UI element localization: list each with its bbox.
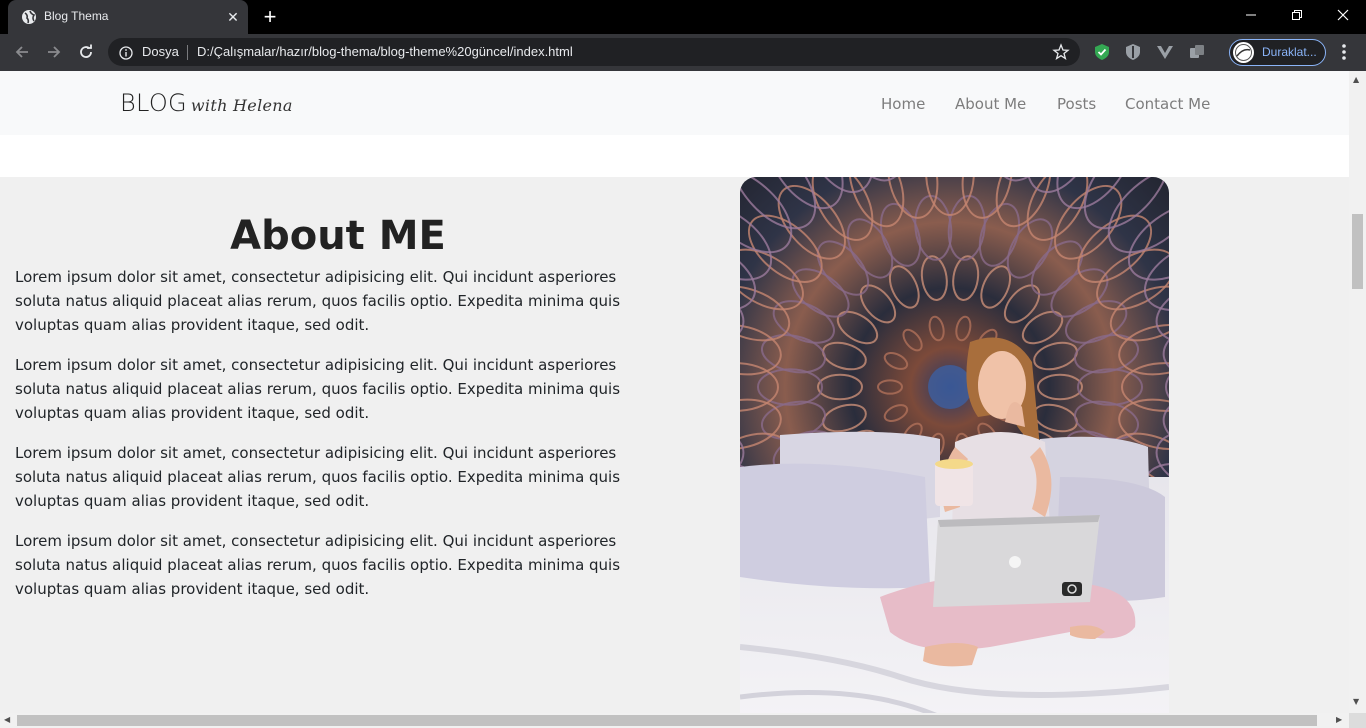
tab-close-icon[interactable]: ✕	[225, 9, 241, 25]
vertical-scroll-thumb[interactable]	[1352, 214, 1363, 289]
horizontal-scroll-thumb[interactable]	[17, 715, 1317, 726]
address-bar[interactable]: Dosya D:/Çalışmalar/hazır/blog-thema/blo…	[108, 38, 1080, 66]
address-scheme: Dosya	[142, 44, 179, 59]
brand-main: BLOG	[120, 89, 187, 117]
about-title: About ME	[230, 213, 446, 259]
site-navbar: BLOG with Helena Home About Me Posts Cont…	[0, 71, 1349, 135]
reload-icon[interactable]	[74, 40, 98, 64]
globe-icon	[21, 9, 37, 25]
brand-sub: with Helena	[190, 96, 293, 115]
horizontal-scrollbar[interactable]: ◀ ▶	[0, 713, 1349, 728]
vertical-scrollbar[interactable]: ▲ ▼	[1349, 71, 1366, 713]
browser-toolbar: Dosya D:/Çalışmalar/hazır/blog-thema/blo…	[0, 34, 1366, 71]
scroll-down-icon[interactable]: ▼	[1353, 697, 1359, 706]
nav-link-contact-me[interactable]: Contact Me	[1125, 95, 1210, 113]
tab-title: Blog Thema	[44, 9, 109, 23]
profile-label: Duraklat...	[1262, 45, 1317, 59]
browser-tab-strip: Blog Thema ✕ +	[0, 0, 1366, 34]
nav-link-home[interactable]: Home	[881, 95, 925, 113]
scroll-left-icon[interactable]: ◀	[4, 715, 10, 724]
address-divider	[187, 45, 188, 60]
scroll-right-icon[interactable]: ▶	[1336, 715, 1342, 724]
minimize-button[interactable]	[1228, 0, 1274, 30]
about-photo	[740, 177, 1169, 713]
vue-devtools-icon[interactable]	[1156, 43, 1174, 61]
profile-avatar-icon	[1233, 42, 1254, 63]
about-paragraph: Lorem ipsum dolor sit amet, consectetur …	[15, 356, 621, 422]
about-paragraph: Lorem ipsum dolor sit amet, consectetur …	[15, 268, 621, 334]
extension-icon[interactable]	[1188, 43, 1206, 61]
scroll-up-icon[interactable]: ▲	[1353, 75, 1359, 84]
site-brand[interactable]: BLOG with Helena	[120, 89, 293, 117]
address-url[interactable]: D:/Çalışmalar/hazır/blog-thema/blog-them…	[197, 44, 573, 59]
new-tab-button[interactable]: +	[258, 6, 282, 28]
browser-menu-icon[interactable]	[1336, 42, 1352, 62]
bookmark-star-icon[interactable]	[1052, 43, 1070, 61]
about-paragraph: Lorem ipsum dolor sit amet, consectetur …	[15, 532, 621, 598]
close-window-button[interactable]	[1320, 0, 1366, 30]
adblock-shield-icon[interactable]	[1093, 43, 1111, 61]
page-viewport: BLOG with Helena Home About Me Posts Cont…	[0, 71, 1349, 713]
nav-link-posts[interactable]: Posts	[1057, 95, 1096, 113]
info-icon[interactable]	[119, 45, 133, 60]
privacy-shield-icon[interactable]	[1124, 43, 1142, 61]
browser-tab[interactable]: Blog Thema ✕	[8, 0, 248, 34]
scrollbar-corner	[1349, 713, 1366, 728]
nav-link-about-me[interactable]: About Me	[955, 95, 1026, 113]
restore-button[interactable]	[1274, 0, 1320, 30]
forward-arrow-icon[interactable]	[42, 40, 66, 64]
about-paragraph: Lorem ipsum dolor sit amet, consectetur …	[15, 444, 621, 510]
back-arrow-icon[interactable]	[10, 40, 34, 64]
profile-button[interactable]: Duraklat...	[1229, 39, 1326, 66]
